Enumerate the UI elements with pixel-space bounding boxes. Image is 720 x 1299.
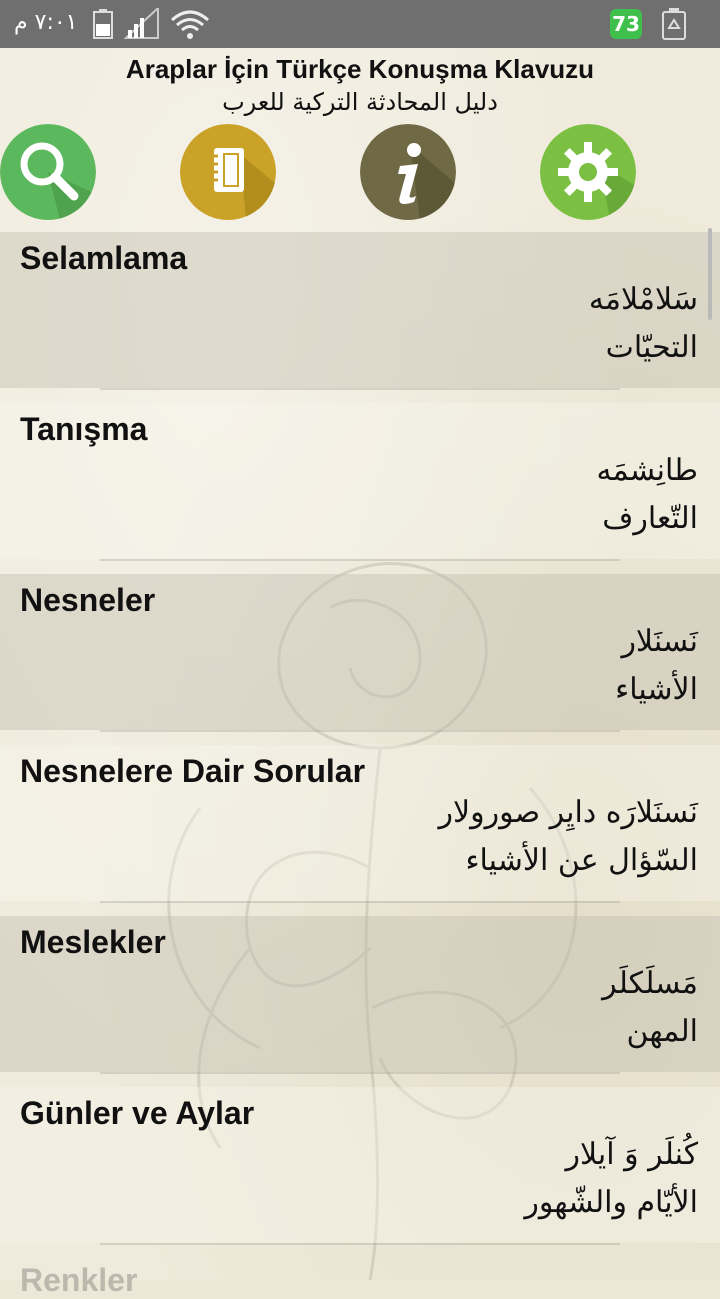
category-arabic: السّؤال عن الأشياء bbox=[465, 843, 698, 878]
category-title: Tanışma bbox=[20, 411, 148, 447]
status-time: ٧:٠١ م bbox=[14, 10, 78, 35]
recycle-icon bbox=[660, 8, 688, 44]
battery-percent-badge: 73 bbox=[610, 9, 642, 39]
category-transliteration: طانِشمَه bbox=[596, 453, 698, 488]
category-arabic: التحيّات bbox=[605, 330, 698, 365]
divider bbox=[100, 559, 620, 561]
search-button[interactable] bbox=[0, 124, 96, 220]
category-title: Meslekler bbox=[20, 924, 166, 960]
list-item-nesneler[interactable]: Nesneler نَسنَلار الأشياء bbox=[0, 574, 720, 732]
app-title: Araplar İçin Türkçe Konuşma Klavuzu bbox=[125, 54, 595, 84]
notebook-button[interactable] bbox=[180, 124, 276, 220]
category-arabic: التّعارف bbox=[602, 501, 698, 536]
category-title: Nesnelere Dair Sorular bbox=[20, 753, 366, 789]
list-item-meslekler[interactable]: Meslekler مَسلَكلَر المهن bbox=[0, 916, 720, 1074]
search-icon bbox=[0, 124, 96, 220]
scrollbar[interactable] bbox=[708, 228, 712, 320]
list-item-selamlama[interactable]: Selamlama سَلامْلامَه التحيّات bbox=[0, 232, 720, 390]
sim-icon bbox=[92, 8, 114, 44]
category-arabic: المهن bbox=[626, 1014, 698, 1049]
category-arabic: الأشياء bbox=[615, 672, 698, 707]
divider bbox=[100, 730, 620, 732]
list-item-gunler-ve-aylar[interactable]: Günler ve Aylar كُنلَر وَ آيلار الأيّام … bbox=[0, 1087, 720, 1245]
list-item-nesnelere-dair-sorular[interactable]: Nesnelere Dair Sorular نَسنَلارَه دايِر … bbox=[0, 745, 720, 903]
category-title: Nesneler bbox=[20, 582, 156, 618]
wifi-icon bbox=[170, 8, 210, 46]
settings-icon bbox=[540, 124, 636, 220]
list-item-partial-title[interactable]: Renkler bbox=[20, 1262, 137, 1299]
list-item-tanisma[interactable]: Tanışma طانِشمَه التّعارف bbox=[0, 403, 720, 561]
divider bbox=[100, 901, 620, 903]
signal-icon bbox=[123, 5, 160, 44]
divider bbox=[100, 388, 620, 390]
app-subtitle: دليل المحادثة التركية للعرب bbox=[222, 88, 498, 116]
info-button[interactable] bbox=[360, 124, 456, 220]
category-transliteration: نَسنَلارَه دايِر صورولار bbox=[438, 795, 698, 830]
category-title: Günler ve Aylar bbox=[20, 1095, 255, 1131]
category-arabic: الأيّام والشّهور bbox=[524, 1185, 698, 1220]
info-icon bbox=[360, 124, 456, 220]
notebook-icon bbox=[180, 124, 276, 220]
category-transliteration: كُنلَر وَ آيلار bbox=[565, 1137, 698, 1172]
divider bbox=[100, 1243, 620, 1245]
category-title: Selamlama bbox=[20, 240, 188, 276]
category-transliteration: مَسلَكلَر bbox=[602, 966, 698, 1001]
category-transliteration: نَسنَلار bbox=[621, 624, 698, 659]
category-transliteration: سَلامْلامَه bbox=[588, 282, 698, 317]
status-bar: ٧:٠١ م 73 bbox=[0, 0, 720, 48]
category-list[interactable]: Selamlama سَلامْلامَه التحيّات Tanışma ط… bbox=[0, 232, 720, 1280]
divider bbox=[100, 1072, 620, 1074]
settings-button[interactable] bbox=[540, 124, 636, 220]
